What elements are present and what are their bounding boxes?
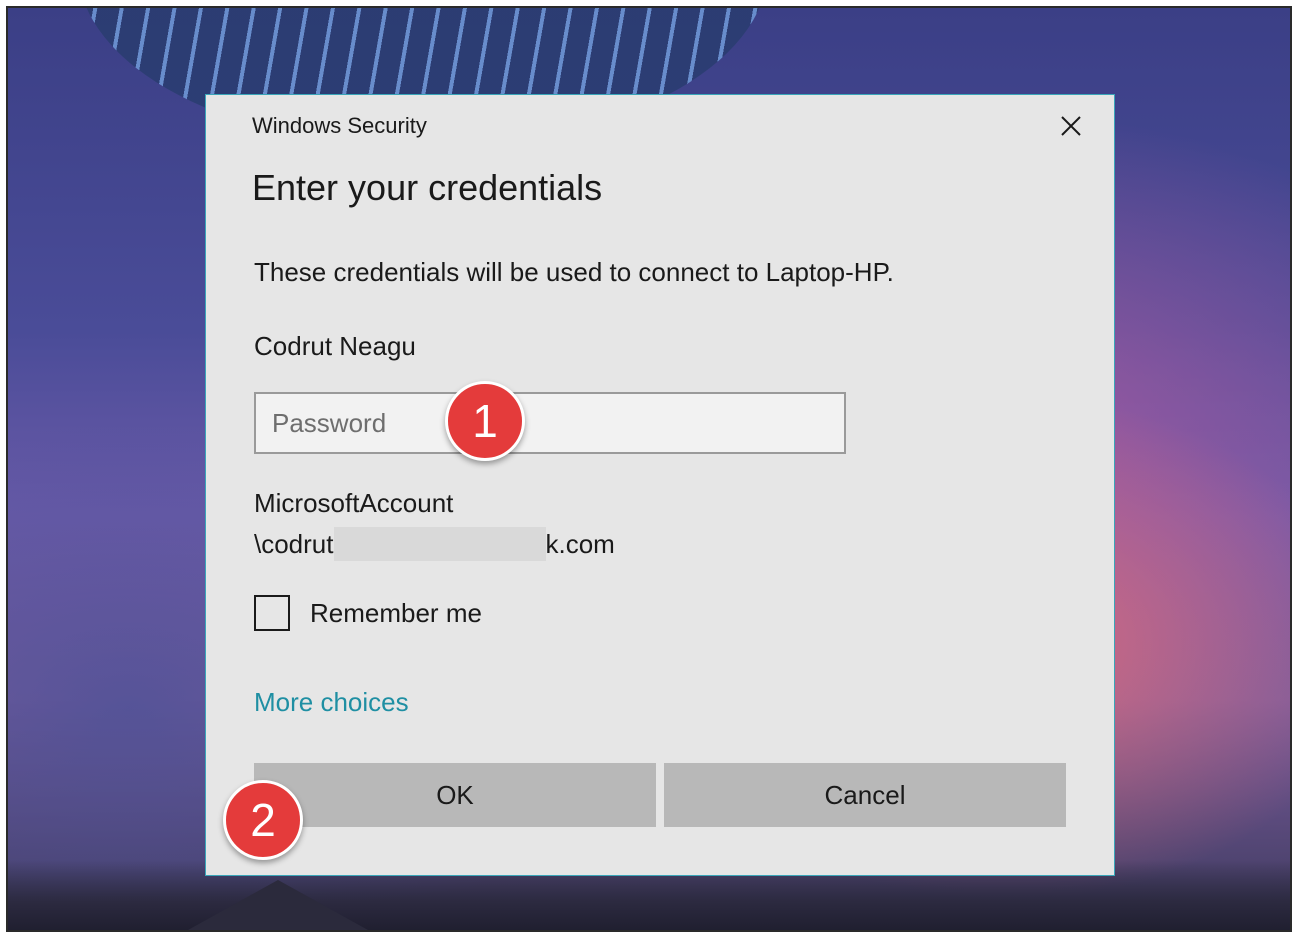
step-1-badge: 1: [445, 381, 525, 461]
remember-me-row[interactable]: Remember me: [254, 595, 482, 631]
remember-me-checkbox[interactable]: [254, 595, 290, 631]
account-email-prefix: \codrut: [254, 529, 334, 559]
dialog-description: These credentials will be used to connec…: [254, 257, 894, 287]
close-button[interactable]: [1054, 109, 1088, 143]
account-info: MicrosoftAccount \codrut k.com: [254, 483, 615, 565]
ok-button[interactable]: OK: [254, 763, 656, 827]
mountain-peak: [188, 880, 368, 930]
more-choices-link[interactable]: More choices: [254, 687, 409, 718]
redacted-email-blur: [333, 527, 546, 561]
password-input[interactable]: [254, 392, 846, 454]
account-email: \codrut k.com: [254, 524, 615, 565]
windows-security-dialog: Windows Security Enter your credentials …: [205, 94, 1115, 876]
dialog-window-title: Windows Security: [252, 113, 427, 138]
dialog-heading: Enter your credentials: [252, 167, 603, 208]
cancel-button[interactable]: Cancel: [664, 763, 1066, 827]
remember-me-label: Remember me: [310, 597, 482, 628]
step-2-badge: 2: [223, 780, 303, 860]
account-email-suffix: k.com: [545, 529, 615, 559]
account-type: MicrosoftAccount: [254, 488, 454, 518]
username-label: Codrut Neagu: [254, 331, 416, 361]
close-icon: [1061, 116, 1081, 136]
